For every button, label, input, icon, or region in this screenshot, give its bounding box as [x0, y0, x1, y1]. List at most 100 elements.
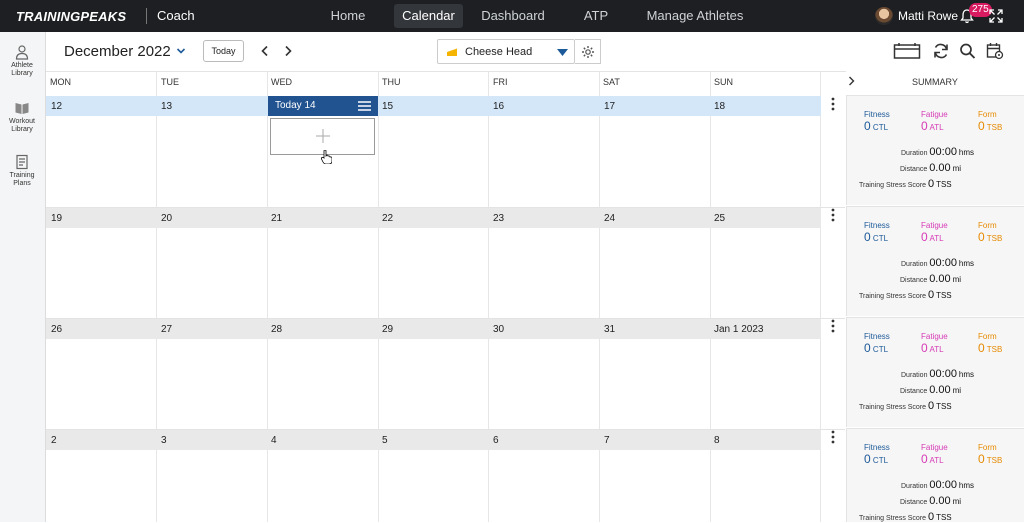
- week-options-icon[interactable]: [831, 208, 835, 222]
- distance-unit: mi: [952, 386, 962, 395]
- brand-divider: [146, 8, 147, 24]
- form-value: 0: [978, 119, 985, 133]
- day-cell-date[interactable]: 12: [51, 101, 62, 112]
- day-cell-date[interactable]: 18: [714, 101, 725, 112]
- next-icon[interactable]: [283, 45, 293, 57]
- week-summary[interactable]: Fitness 0 CTL Fatigue 0 ATL Form 0 TSB Dura…: [846, 95, 1024, 205]
- form-value: 0: [978, 230, 985, 244]
- sidebar-item-training-plans[interactable]: Training Plans: [0, 154, 44, 188]
- distance-value: 0.00: [929, 273, 951, 285]
- fitness-metric: Fitness 0 CTL: [864, 443, 890, 466]
- week-options-icon[interactable]: [831, 319, 835, 333]
- fatigue-label: Fatigue: [921, 443, 948, 452]
- week-summary[interactable]: Fitness 0 CTL Fatigue 0 ATL Form 0 TSB Dura…: [846, 206, 1024, 316]
- tss-label: Training Stress Score: [859, 515, 927, 522]
- day-cell-date[interactable]: 6: [493, 435, 499, 446]
- duration-value: 00:00: [929, 257, 957, 269]
- day-cell-date[interactable]: 27: [161, 324, 172, 335]
- athlete-select[interactable]: Cheese Head: [437, 39, 575, 64]
- day-cell-date[interactable]: 24: [604, 213, 615, 224]
- day-cell-date[interactable]: 31: [604, 324, 615, 335]
- gear-icon: [582, 46, 594, 58]
- hand-cursor-icon: [321, 150, 332, 164]
- tss-row: Training Stress Score 0 TSS: [859, 289, 952, 301]
- day-cell-date[interactable]: 23: [493, 213, 504, 224]
- today-cell-header[interactable]: Today 14: [268, 96, 378, 116]
- day-cell-date[interactable]: 29: [382, 324, 393, 335]
- nav-calendar[interactable]: Calendar: [394, 4, 463, 28]
- user-avatar[interactable]: [875, 7, 893, 25]
- hamburger-menu-icon[interactable]: [358, 101, 371, 111]
- tss-value: 0: [928, 511, 935, 523]
- day-cell-date[interactable]: 17: [604, 101, 615, 112]
- search-icon[interactable]: [959, 42, 976, 60]
- expand-icon[interactable]: [988, 8, 1004, 24]
- distance-unit: mi: [952, 497, 962, 506]
- duration-label: Duration: [901, 261, 928, 268]
- day-cell-date[interactable]: 19: [51, 213, 62, 224]
- day-cell-date[interactable]: Jan 1 2023: [714, 324, 764, 335]
- athlete-library-icon: [15, 45, 29, 60]
- day-cell-date[interactable]: 30: [493, 324, 504, 335]
- nav-home[interactable]: Home: [321, 4, 375, 28]
- day-cell-date[interactable]: 25: [714, 213, 725, 224]
- distance-value: 0.00: [929, 162, 951, 174]
- day-cell-date[interactable]: 2: [51, 435, 57, 446]
- distance-label: Distance: [900, 277, 928, 284]
- duration-value: 00:00: [929, 146, 957, 158]
- week-options-icon[interactable]: [831, 430, 835, 444]
- form-label: Form: [978, 221, 997, 230]
- duration-unit: hms: [958, 481, 975, 490]
- fitness-value: 0: [864, 119, 871, 133]
- week-summary[interactable]: Fitness 0 CTL Fatigue 0 ATL Form 0 TSB Dura…: [846, 317, 1024, 427]
- duration-value: 00:00: [929, 368, 957, 380]
- sidebar-label: Plans: [13, 180, 31, 187]
- day-cell-date[interactable]: 22: [382, 213, 393, 224]
- today-button[interactable]: Today: [203, 40, 244, 62]
- form-label: Form: [978, 332, 997, 341]
- distance-row: Distance 0.00 mi: [900, 273, 961, 285]
- week-summary[interactable]: Fitness 0 CTL Fatigue 0 ATL Form 0 TSB Dura…: [846, 428, 1024, 523]
- ctl-unit: CTL: [872, 234, 889, 243]
- day-cell-date[interactable]: 3: [161, 435, 167, 446]
- nav-dashboard[interactable]: Dashboard: [478, 4, 548, 28]
- duration-row: Duration 00:00 hms: [901, 479, 974, 491]
- left-sidebar: Athlete Library Workout Library Training…: [0, 32, 46, 522]
- previous-icon[interactable]: [260, 45, 270, 57]
- day-cell-date[interactable]: 13: [161, 101, 172, 112]
- chevron-down-icon[interactable]: [176, 46, 186, 56]
- sidebar-item-athlete-library[interactable]: Athlete Library: [0, 44, 44, 78]
- day-cell-date[interactable]: 8: [714, 435, 720, 446]
- nav-atp[interactable]: ATP: [578, 4, 614, 28]
- tsb-unit: TSB: [986, 456, 1003, 465]
- tsb-unit: TSB: [986, 345, 1003, 354]
- nav-manage-athletes[interactable]: Manage Athletes: [645, 4, 745, 28]
- distance-label: Distance: [900, 388, 928, 395]
- fatigue-label: Fatigue: [921, 110, 948, 119]
- day-cell-date[interactable]: 15: [382, 101, 393, 112]
- brand-logo[interactable]: TRAININGPEAKS: [16, 9, 126, 24]
- month-title[interactable]: December 2022: [64, 43, 171, 60]
- day-cell-date[interactable]: 4: [271, 435, 277, 446]
- user-name[interactable]: Matti Rowe: [898, 9, 958, 23]
- day-cell-date[interactable]: 5: [382, 435, 388, 446]
- day-cell-date[interactable]: 26: [51, 324, 62, 335]
- day-cell-date[interactable]: 21: [271, 213, 282, 224]
- duration-unit: hms: [958, 148, 975, 157]
- form-metric: Form 0 TSB: [978, 110, 1002, 133]
- form-label: Form: [978, 443, 997, 452]
- calendar-view-icon[interactable]: [893, 42, 921, 60]
- calendar-settings-icon[interactable]: [986, 42, 1004, 60]
- distance-value: 0.00: [929, 495, 951, 507]
- refresh-icon[interactable]: [932, 42, 950, 60]
- duration-row: Duration 00:00 hms: [901, 257, 974, 269]
- sidebar-item-workout-library[interactable]: Workout Library: [0, 100, 44, 134]
- chevron-right-icon[interactable]: [848, 76, 855, 86]
- week-options-icon[interactable]: [831, 97, 835, 111]
- day-cell-date[interactable]: 16: [493, 101, 504, 112]
- athlete-settings-button[interactable]: [575, 39, 601, 64]
- day-cell-date[interactable]: 20: [161, 213, 172, 224]
- distance-row: Distance 0.00 mi: [900, 495, 961, 507]
- day-cell-date[interactable]: 28: [271, 324, 282, 335]
- day-cell-date[interactable]: 7: [604, 435, 610, 446]
